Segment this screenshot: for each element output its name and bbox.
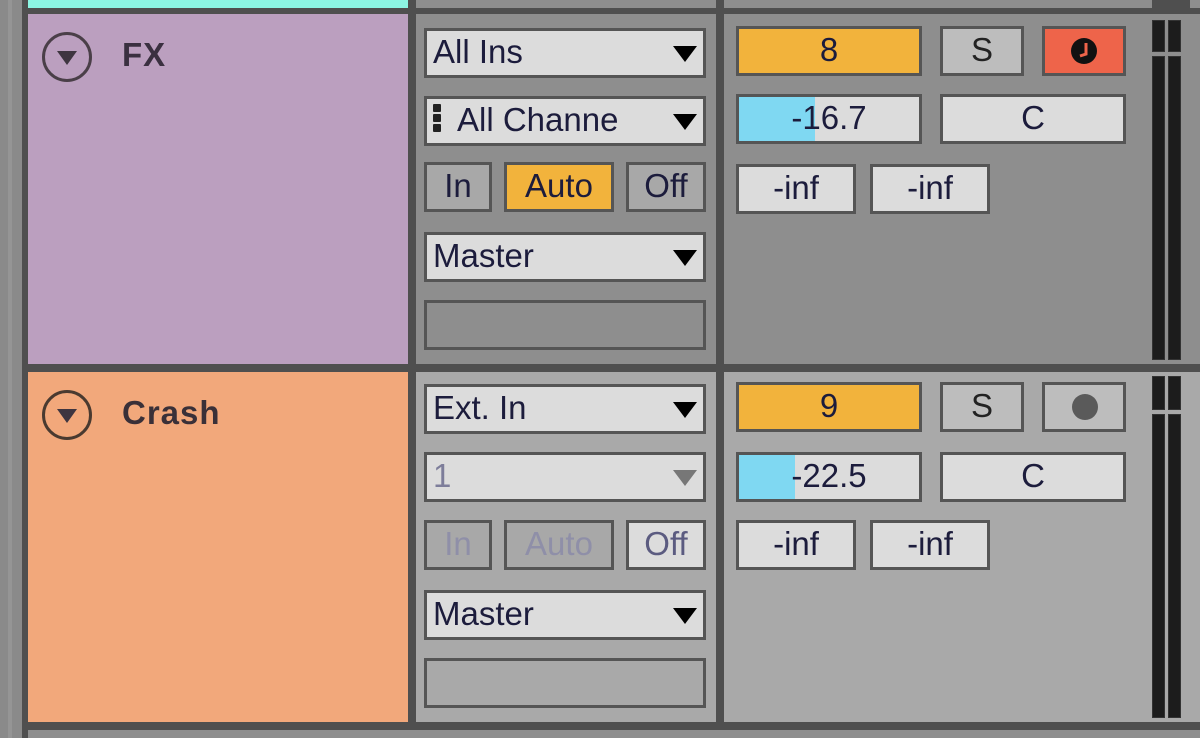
dropdown-arrow-icon [673,402,697,418]
io-section: Ext. In 1 In Auto Off Master [416,372,716,722]
meter-right [1168,414,1181,718]
meter-left-peak [1152,20,1165,52]
previous-track-color-strip [28,0,408,8]
output-dropdown[interactable]: Master [424,590,706,640]
previous-track-mixer-strip [724,0,1152,8]
track-header[interactable]: Crash [28,372,408,722]
monitor-off-button[interactable]: Off [626,162,706,212]
output-channel-slot[interactable] [424,658,706,708]
monitor-auto-button[interactable]: Auto [504,520,614,570]
send-b-field[interactable]: -inf [870,520,990,570]
output-value: Master [433,237,534,274]
previous-track-edge [1190,0,1200,8]
monitor-off-button[interactable]: Off [626,520,706,570]
fold-toggle-icon[interactable] [42,390,92,440]
input-channel-value: All Channe [457,101,619,138]
track-header[interactable]: FX [28,14,408,364]
volume-field[interactable]: -22.5 [736,452,922,502]
track-row: Crash Ext. In 1 In Auto Off Master 9 S -… [0,372,1200,722]
meter-left [1152,414,1165,718]
arm-button[interactable] [1042,26,1126,76]
volume-value: -16.7 [791,99,867,136]
meter-left [1152,56,1165,360]
monitor-in-button[interactable]: In [424,162,492,212]
mixer-section: 8 S -16.7 C -inf -inf [724,14,1190,364]
meter-right [1168,56,1181,360]
output-channel-slot[interactable] [424,300,706,350]
input-type-value: All Ins [433,33,523,70]
monitor-auto-button[interactable]: Auto [504,162,614,212]
pan-field[interactable]: C [940,94,1126,144]
track-activator-button[interactable]: 9 [736,382,922,432]
send-a-field[interactable]: -inf [736,520,856,570]
track-activator-button[interactable]: 8 [736,26,922,76]
io-section: All Ins All Channe In Auto Off Master [416,14,716,364]
channel-grip-icon [433,102,443,134]
input-channel-dropdown[interactable]: All Channe [424,96,706,146]
dropdown-arrow-icon [673,608,697,624]
arm-record-icon [1072,394,1098,420]
dropdown-arrow-icon [673,46,697,62]
dropdown-arrow-icon [673,470,697,486]
next-track-strip [28,730,1200,738]
dropdown-arrow-icon [673,114,697,130]
arm-button[interactable] [1042,382,1126,432]
output-dropdown[interactable]: Master [424,232,706,282]
volume-level-fill [739,455,795,499]
mixer-section: 9 S -22.5 C -inf -inf [724,372,1190,722]
volume-value: -22.5 [791,457,867,494]
track-name[interactable]: Crash [122,394,221,432]
input-channel-value: 1 [433,457,452,494]
pan-field[interactable]: C [940,452,1126,502]
input-type-dropdown[interactable]: All Ins [424,28,706,78]
input-type-value: Ext. In [433,389,527,426]
arm-record-icon [1071,38,1097,64]
dropdown-arrow-icon [673,250,697,266]
send-b-field[interactable]: -inf [870,164,990,214]
fold-toggle-icon[interactable] [42,32,92,82]
track-edge [1190,14,1200,364]
output-value: Master [433,595,534,632]
solo-button[interactable]: S [940,26,1024,76]
meter-right-peak [1168,376,1181,410]
meter-left-peak [1152,376,1165,410]
volume-field[interactable]: -16.7 [736,94,922,144]
input-type-dropdown[interactable]: Ext. In [424,384,706,434]
input-channel-dropdown[interactable]: 1 [424,452,706,502]
monitor-in-button[interactable]: In [424,520,492,570]
track-row: FX All Ins All Channe In Auto Off Master… [0,14,1200,364]
solo-button[interactable]: S [940,382,1024,432]
track-edge [1190,372,1200,722]
track-name[interactable]: FX [122,36,166,74]
meter-right-peak [1168,20,1181,52]
send-a-field[interactable]: -inf [736,164,856,214]
previous-track-io-strip [416,0,716,8]
